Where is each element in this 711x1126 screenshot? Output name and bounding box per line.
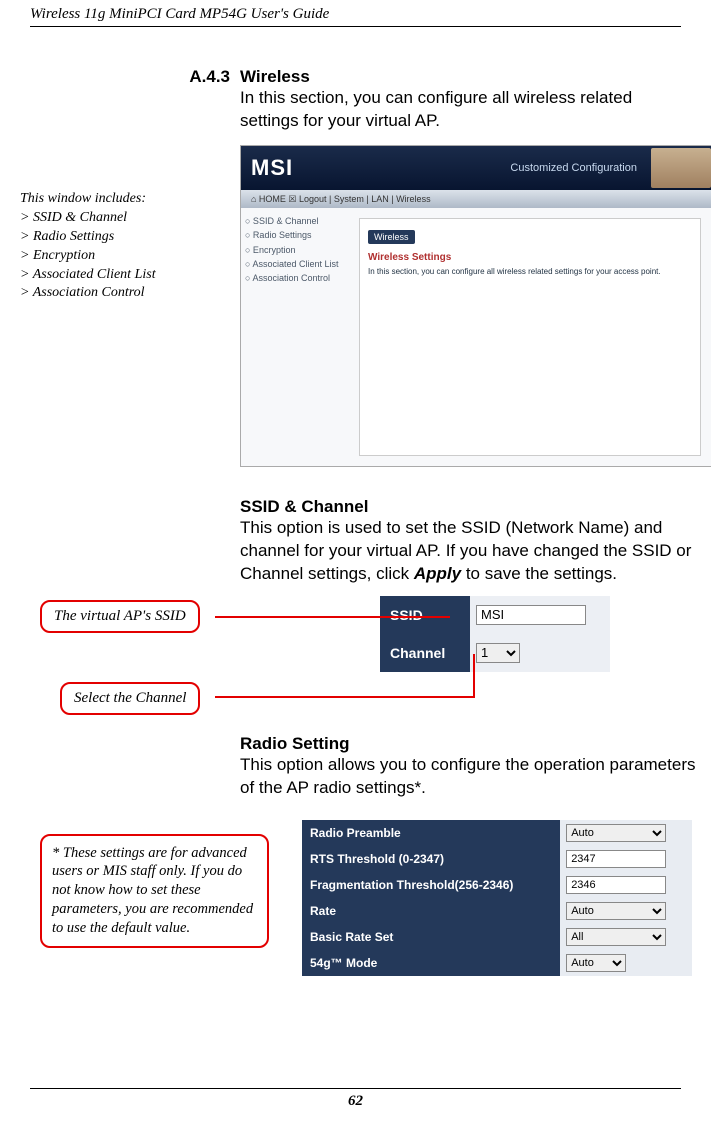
table-row: Radio Preamble Auto [302,820,692,846]
callout-line [215,616,450,618]
mode-54g-select[interactable]: Auto [566,954,626,972]
setting-label: Rate [302,898,560,924]
setting-label: Radio Preamble [302,820,560,846]
left-note-item: > Associated Client List [20,266,220,285]
basic-rate-select[interactable]: All [566,928,666,946]
side-nav-item: ○ SSID & Channel [245,214,355,228]
setting-label: Basic Rate Set [302,924,560,950]
side-nav-item: ○ Radio Settings [245,228,355,242]
left-note: This window includes: > SSID & Channel >… [20,190,220,303]
table-row: Rate Auto [302,898,692,924]
left-note-item: > Radio Settings [20,228,220,247]
ssid-diagram: The virtual AP's SSID Select the Channel… [30,596,681,716]
ssid-body: This option is used to set the SSID (Net… [240,517,710,586]
left-note-item: > Encryption [20,247,220,266]
callout-line [473,654,475,696]
setting-label: 54g™ Mode [302,950,560,976]
radio-settings-table: Radio Preamble Auto RTS Threshold (0-234… [302,820,692,976]
section-body: In this section, you can configure all w… [240,87,681,133]
ssid-body-bold: Apply [414,564,461,583]
table-row: RTS Threshold (0-2347) [302,846,692,872]
section-title: Wireless [240,67,681,87]
logo: MSI [241,155,293,181]
left-note-item: > Association Control [20,284,220,303]
left-note-item: > SSID & Channel [20,209,220,228]
radio-heading: Radio Setting [240,734,710,754]
channel-select[interactable]: 1 [476,643,520,663]
callout-ssid: The virtual AP's SSID [40,600,200,633]
setting-label: RTS Threshold (0-2347) [302,846,560,872]
page-number: 62 [30,1088,681,1110]
rts-threshold-input[interactable] [566,850,666,868]
callout-line [215,696,475,698]
ssid-heading: SSID & Channel [240,497,710,517]
side-nav-item: ○ Encryption [245,243,355,257]
ssid-input[interactable] [476,605,586,625]
left-note-title: This window includes: [20,190,220,209]
radio-preamble-select[interactable]: Auto [566,824,666,842]
advanced-note-box: * These settings are for advanced users … [40,834,269,948]
setting-label: Fragmentation Threshold(256-2346) [302,872,560,898]
side-nav-item: ○ Association Control [245,271,355,285]
inner-description: In this section, you can configure all w… [368,267,692,276]
table-row: Basic Rate Set All [302,924,692,950]
header-image [651,148,711,188]
callout-channel: Select the Channel [60,682,200,715]
table-row: Fragmentation Threshold(256-2346) [302,872,692,898]
section-number: A.4.3 [30,67,240,133]
rate-select[interactable]: Auto [566,902,666,920]
ssid-label: SSID [380,596,470,634]
side-nav: ○ SSID & Channel ○ Radio Settings ○ Encr… [241,208,359,466]
config-label: Customized Configuration [510,162,645,174]
table-row: 54g™ Mode Auto [302,950,692,976]
ssid-body-post: to save the settings. [461,564,617,583]
inner-tag: Wireless [368,230,415,244]
channel-label: Channel [380,634,470,672]
menu-row: ⌂ HOME ☒ Logout | System | LAN | Wireles… [241,190,711,208]
screenshot-router-ui: MSI Customized Configuration ⌂ HOME ☒ Lo… [240,145,711,467]
frag-threshold-input[interactable] [566,876,666,894]
inner-subtitle: Wireless Settings [368,252,692,263]
radio-body: This option allows you to configure the … [240,754,710,800]
ssid-widget: SSID Channel 1 [380,596,610,672]
running-header: Wireless 11g MiniPCI Card MP54G User's G… [30,0,681,27]
side-nav-item: ○ Associated Client List [245,257,355,271]
